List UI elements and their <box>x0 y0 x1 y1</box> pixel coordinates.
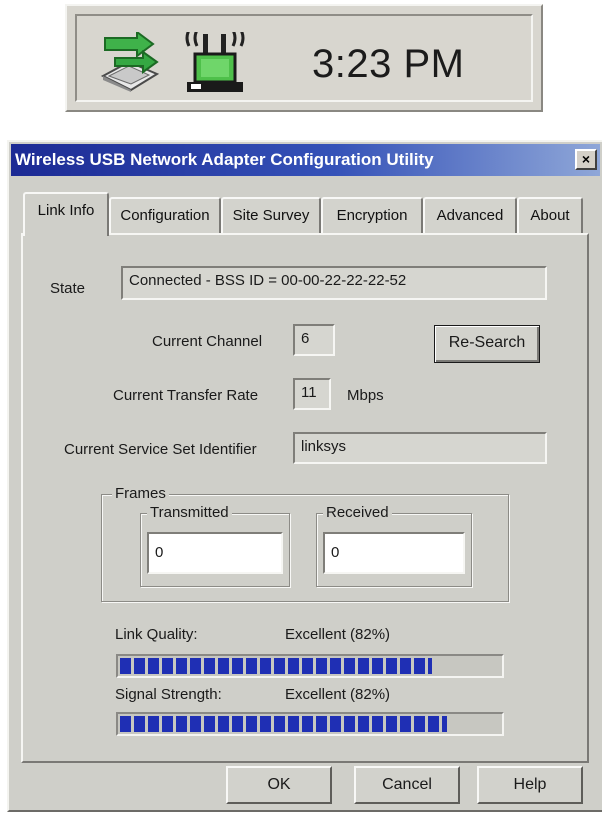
tray-clock[interactable]: 3:23 PM <box>312 42 464 87</box>
tab-site-survey[interactable]: Site Survey <box>221 197 321 233</box>
configuration-utility-window: Wireless USB Network Adapter Configurati… <box>7 140 602 812</box>
tab-encryption[interactable]: Encryption <box>321 197 423 233</box>
system-tray-inset: 3:23 PM <box>75 14 533 102</box>
tab-link-info[interactable]: Link Info <box>23 192 109 236</box>
window-title: Wireless USB Network Adapter Configurati… <box>15 150 434 169</box>
ok-button[interactable]: OK <box>226 766 332 804</box>
link-info-panel <box>21 233 589 763</box>
tab-about[interactable]: About <box>517 197 583 233</box>
title-bar[interactable]: Wireless USB Network Adapter Configurati… <box>11 144 600 176</box>
system-tray: 3:23 PM <box>65 4 543 112</box>
tab-configuration[interactable]: Configuration <box>109 197 221 233</box>
close-button[interactable]: × <box>575 149 597 170</box>
network-activity-icon[interactable] <box>99 32 169 92</box>
wireless-antenna-icon[interactable] <box>183 32 247 96</box>
cancel-button[interactable]: Cancel <box>354 766 460 804</box>
help-button[interactable]: Help <box>477 766 583 804</box>
tab-advanced[interactable]: Advanced <box>423 197 517 233</box>
